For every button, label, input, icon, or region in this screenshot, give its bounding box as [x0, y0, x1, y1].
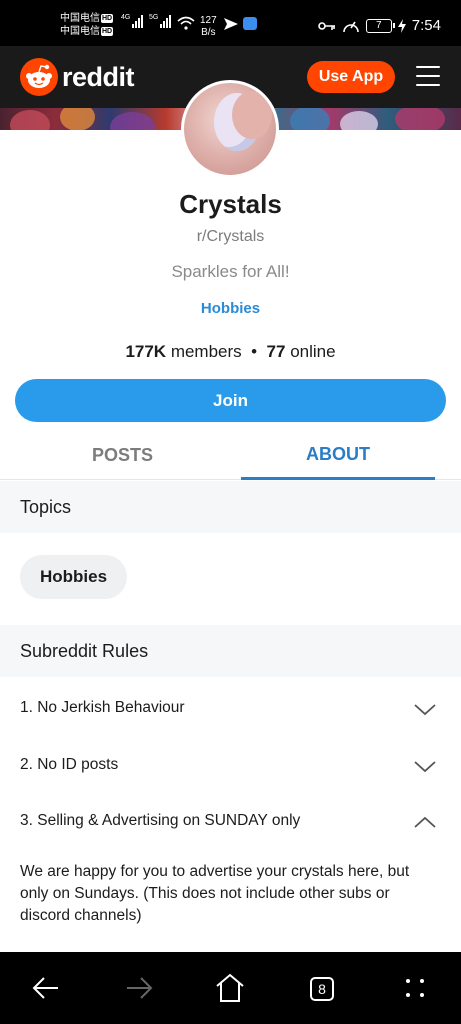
community-category-link[interactable]: Hobbies [0, 300, 461, 317]
community-stats: 177K members • 77 online [0, 342, 461, 362]
topic-chip[interactable]: Hobbies [20, 555, 128, 599]
tab-switcher-button[interactable]: 8 [310, 977, 334, 1001]
community-tabs: POSTS ABOUT [0, 430, 461, 480]
rule-item[interactable]: 2. No ID posts [0, 737, 461, 793]
charging-icon [397, 18, 406, 33]
join-button[interactable]: Join [15, 379, 446, 422]
carrier-2: 中国电信 [60, 26, 100, 37]
members-label: members [170, 342, 242, 361]
rule-item[interactable]: 3. Selling & Advertising on SUNDAY only [0, 793, 461, 849]
carrier-info: 中国电信 HD 中国电信 HD [60, 12, 114, 38]
community-tagline: Sparkles for All! [171, 262, 290, 281]
home-icon[interactable] [212, 970, 248, 1006]
use-app-button[interactable]: Use App [307, 61, 395, 93]
wifi-icon [177, 16, 195, 30]
net-speed: 127 B/s [200, 15, 217, 39]
clock: 7:54 [411, 17, 441, 34]
hamburger-menu-icon[interactable] [416, 66, 440, 86]
brand-wordmark: reddit [62, 61, 135, 92]
app-notification-icon [243, 17, 257, 30]
chevron-down-icon[interactable] [414, 755, 436, 777]
key-icon [317, 21, 335, 30]
rule-description: We are happy for you to advertise your c… [20, 863, 410, 924]
tab-posts[interactable]: POSTS [0, 430, 245, 480]
subreddit-name: r/Crystals [196, 228, 265, 245]
browser-nav-bar [0, 952, 461, 1024]
online-count: 77 [266, 342, 286, 361]
online-label: online [290, 342, 336, 361]
status-right: 7 7:54 [317, 17, 441, 34]
topics-heading: Topics [0, 481, 461, 533]
net-speed-value: 127 [200, 15, 217, 26]
send-icon [224, 18, 238, 30]
chevron-up-icon[interactable] [414, 811, 436, 833]
tab-about[interactable]: ABOUT [241, 430, 435, 480]
signal-2-icon: 5G [149, 14, 172, 28]
hd-badge: HD [101, 26, 114, 36]
chevron-down-icon[interactable] [414, 698, 436, 720]
signal-1-label: 4G [121, 14, 131, 21]
forward-arrow-icon[interactable] [121, 970, 157, 1006]
community-avatar [181, 80, 279, 178]
rule-item[interactable]: 1. No Jerkish Behaviour [0, 680, 461, 736]
rules-heading: Subreddit Rules [0, 625, 461, 677]
rule-label: 3. Selling & Advertising on SUNDAY only [20, 812, 301, 829]
rule-label: 1. No Jerkish Behaviour [20, 699, 185, 716]
signal-1-icon: 4G [121, 14, 144, 28]
status-bar: 中国电信 HD 中国电信 HD 4G 5G 127 B/s 7 7:54 [0, 0, 461, 46]
signal-2-label: 5G [149, 14, 159, 21]
members-count: 177K [125, 342, 167, 361]
back-arrow-icon[interactable] [28, 970, 64, 1006]
battery-icon: 7 [365, 18, 395, 33]
speed-icon [342, 21, 359, 32]
community-title: Crystals [179, 189, 282, 219]
rule-label: 2. No ID posts [20, 756, 119, 773]
more-options-icon[interactable] [397, 970, 433, 1006]
reddit-logo[interactable]: reddit [20, 58, 135, 96]
hd-badge: HD [101, 13, 114, 23]
carrier-1: 中国电信 [60, 13, 100, 24]
reddit-logo-icon [20, 58, 58, 96]
net-speed-unit: B/s [201, 27, 216, 38]
stats-separator: • [251, 342, 258, 361]
